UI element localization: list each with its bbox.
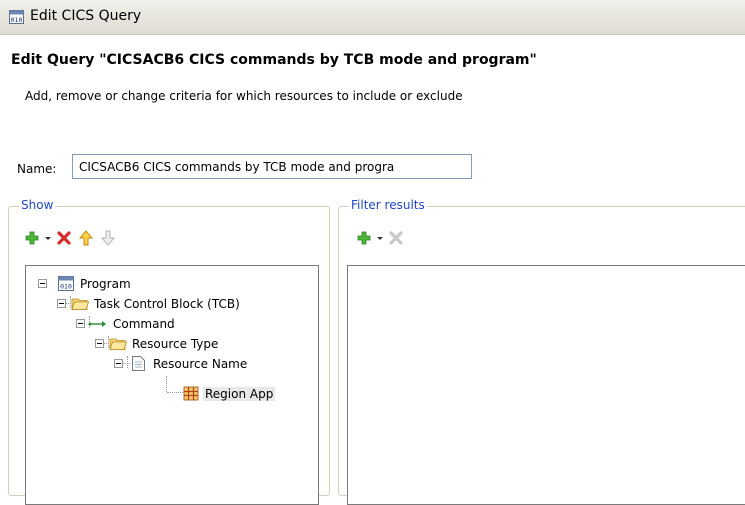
filter-group-label: Filter results xyxy=(349,198,427,212)
dropdown-arrow-icon[interactable] xyxy=(375,229,385,247)
tree-item-command[interactable]: Command xyxy=(70,314,310,334)
name-input[interactable] xyxy=(72,154,472,179)
window-title: Edit CICS Query xyxy=(30,8,142,24)
folder-icon xyxy=(71,298,89,310)
tree-item-label: Command xyxy=(113,317,175,331)
filter-list[interactable] xyxy=(347,265,745,505)
tree-item-label: Resource Type xyxy=(132,337,219,351)
show-group: Show 010 Program Task Control Block (TCB… xyxy=(8,198,330,505)
document-icon xyxy=(132,356,145,371)
svg-text:010: 010 xyxy=(11,16,23,24)
tree-item-tcb[interactable]: Task Control Block (TCB) xyxy=(51,294,311,314)
svg-text:010: 010 xyxy=(60,283,72,291)
page-title: Edit Query "CICSACB6 CICS commands by TC… xyxy=(11,52,537,68)
page-subtitle: Add, remove or change criteria for which… xyxy=(25,89,463,103)
tree-item-label: Task Control Block (TCB) xyxy=(94,297,240,311)
tree-item-label: Region App xyxy=(203,387,276,401)
collapse-toggle[interactable] xyxy=(76,319,85,328)
tree-item-region-app[interactable]: Region App xyxy=(183,384,319,404)
binary-program-icon: 010 xyxy=(58,276,74,291)
delete-icon-disabled[interactable] xyxy=(387,229,405,247)
name-label: Name: xyxy=(17,162,57,176)
tree-item-program[interactable]: 010 Program xyxy=(32,274,292,294)
tree-item-label: Program xyxy=(80,277,131,291)
tree-item-label: Resource Name xyxy=(153,357,248,371)
binary-program-icon: 010 xyxy=(9,10,24,24)
delete-icon[interactable] xyxy=(55,229,73,247)
collapse-toggle[interactable] xyxy=(38,279,47,288)
move-down-icon[interactable] xyxy=(99,229,117,247)
filter-group: Filter results xyxy=(338,198,745,505)
folder-icon xyxy=(109,338,127,350)
arrow-icon xyxy=(88,321,106,327)
tree-item-resource-name[interactable]: Resource Name xyxy=(108,354,318,374)
add-icon[interactable] xyxy=(23,229,41,247)
tree-item-resource-type[interactable]: Resource Type xyxy=(89,334,309,354)
show-tree[interactable]: 010 Program Task Control Block (TCB) Com… xyxy=(25,265,319,505)
add-icon[interactable] xyxy=(355,229,373,247)
title-bar: 010 Edit CICS Query xyxy=(0,0,745,35)
move-up-icon[interactable] xyxy=(77,229,95,247)
dropdown-arrow-icon[interactable] xyxy=(43,229,53,247)
show-group-label: Show xyxy=(19,198,56,212)
grid-icon xyxy=(183,386,199,401)
